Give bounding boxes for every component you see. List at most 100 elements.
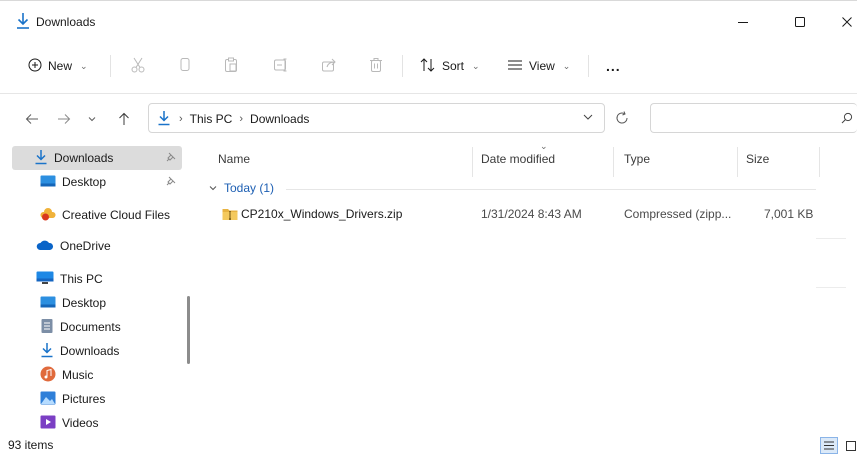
copy-button[interactable] — [178, 51, 192, 81]
more-dots-label: ... — [606, 58, 621, 74]
sidebar-scrollbar[interactable] — [187, 296, 190, 364]
sidebar-item-label: Creative Cloud Files — [62, 208, 171, 222]
creative-cloud-icon — [40, 207, 56, 224]
close-button[interactable] — [832, 9, 857, 35]
window-title: Downloads — [36, 15, 96, 29]
share-icon — [321, 57, 337, 76]
more-options-button[interactable]: ... — [606, 51, 621, 81]
sidebar-item-onedrive[interactable]: OneDrive — [36, 234, 111, 258]
navigation-pane: Downloads Desktop Creative Cloud Files O — [0, 146, 196, 436]
file-name[interactable]: CP210x_Windows_Drivers.zip — [241, 207, 402, 221]
sort-arrows-icon — [420, 57, 436, 75]
column-header-date-modified[interactable]: Date modified — [481, 152, 555, 166]
maximize-button[interactable] — [785, 9, 815, 35]
pin-icon — [166, 176, 176, 189]
column-divider[interactable] — [472, 147, 473, 177]
view-button[interactable]: View ⌄ — [507, 51, 570, 81]
sidebar-item-label: OneDrive — [60, 239, 111, 253]
recent-locations-button[interactable] — [82, 109, 102, 129]
sidebar-item-label: Desktop — [62, 296, 107, 310]
chevron-down-icon — [88, 117, 96, 122]
chevron-down-icon — [208, 181, 218, 195]
arrow-up-icon — [119, 112, 129, 125]
zip-folder-icon — [222, 207, 238, 224]
row-divider — [816, 287, 846, 288]
file-explorer-window: Downloads New ⌄ Sort ⌄ View ⌄ ... › This… — [0, 0, 857, 454]
column-header-type[interactable]: Type — [624, 152, 650, 166]
address-row: › This PC › Downloads — [0, 97, 857, 141]
sidebar-item-label: Downloads — [54, 151, 114, 165]
search-icon — [841, 112, 853, 127]
pictures-icon — [40, 391, 56, 408]
onedrive-cloud-icon — [36, 239, 54, 254]
status-bar: 93 items — [0, 436, 857, 454]
sidebar-item-this-pc[interactable]: This PC — [36, 267, 103, 291]
breadcrumb-chevron-icon: › — [179, 113, 183, 125]
copy-icon — [178, 57, 192, 76]
paste-button[interactable] — [224, 51, 238, 81]
sidebar-item-documents[interactable]: Documents — [40, 315, 121, 339]
file-date-modified: 1/31/2024 8:43 AM — [481, 207, 582, 221]
refresh-icon — [616, 111, 628, 124]
toolbar-divider — [402, 55, 403, 77]
column-divider[interactable] — [819, 147, 820, 177]
sidebar-item-pc-downloads[interactable]: Downloads — [40, 339, 119, 363]
breadcrumb-this-pc[interactable]: This PC — [190, 112, 233, 126]
view-lines-icon — [507, 59, 523, 74]
address-history-dropdown[interactable] — [582, 111, 594, 126]
refresh-button[interactable] — [612, 108, 632, 128]
download-arrow-icon — [40, 342, 54, 361]
music-icon — [40, 366, 56, 385]
share-button[interactable] — [321, 51, 337, 81]
new-label: New — [48, 59, 73, 73]
search-box[interactable] — [650, 103, 857, 133]
column-divider[interactable] — [613, 147, 614, 177]
table-row[interactable]: CP210x_Windows_Drivers.zip 1/31/2024 8:4… — [196, 202, 826, 226]
search-input[interactable] — [657, 109, 832, 127]
rename-button[interactable] — [273, 51, 289, 81]
sort-indicator-icon: ⌄ — [540, 141, 548, 151]
view-label: View — [529, 59, 555, 73]
address-bar[interactable]: › This PC › Downloads — [148, 103, 605, 133]
column-header-size[interactable]: Size — [746, 152, 769, 166]
sidebar-item-videos[interactable]: Videos — [40, 411, 98, 435]
delete-button[interactable] — [369, 51, 383, 81]
desktop-folder-icon — [40, 175, 56, 190]
details-view-button[interactable] — [820, 437, 838, 454]
sidebar-item-music[interactable]: Music — [40, 363, 93, 387]
cut-button[interactable] — [131, 51, 145, 81]
new-button[interactable]: New ⌄ — [28, 51, 88, 81]
file-size: 7,001 KB — [764, 207, 814, 221]
desktop-folder-icon — [40, 296, 56, 311]
title-bar: Downloads — [0, 1, 857, 43]
group-header-today[interactable]: Today (1) — [208, 181, 274, 195]
toolbar-divider — [588, 55, 589, 77]
toolbar-divider-line — [0, 93, 857, 94]
sidebar-item-pc-desktop[interactable]: Desktop — [40, 291, 106, 315]
sidebar-item-downloads-pinned[interactable]: Downloads — [12, 146, 182, 170]
breadcrumb: › This PC › Downloads — [179, 112, 309, 126]
column-divider[interactable] — [737, 147, 738, 177]
sort-button[interactable]: Sort ⌄ — [420, 51, 480, 81]
minimize-button[interactable] — [728, 9, 758, 35]
large-icons-view-button[interactable] — [842, 437, 857, 454]
sidebar-item-label: Videos — [62, 416, 99, 430]
download-arrow-icon — [15, 12, 31, 30]
videos-icon — [40, 415, 56, 432]
toolbar-divider — [110, 55, 111, 77]
sidebar-item-pictures[interactable]: Pictures — [40, 387, 105, 411]
sidebar-item-label: Downloads — [60, 344, 120, 358]
sidebar-item-desktop-pinned[interactable]: Desktop — [40, 170, 106, 194]
forward-button[interactable] — [54, 109, 74, 129]
sidebar-item-label: Music — [62, 368, 94, 382]
back-button[interactable] — [22, 109, 42, 129]
item-count: 93 items — [8, 438, 54, 452]
up-button[interactable] — [114, 109, 134, 129]
breadcrumb-downloads[interactable]: Downloads — [250, 112, 309, 126]
arrow-right-icon — [58, 114, 71, 124]
plus-circle-icon — [28, 58, 42, 75]
file-type: Compressed (zipp... — [624, 207, 732, 221]
column-header-name[interactable]: Name — [218, 152, 250, 166]
sort-label: Sort — [442, 59, 465, 73]
sidebar-item-creative-cloud[interactable]: Creative Cloud Files — [40, 203, 170, 227]
